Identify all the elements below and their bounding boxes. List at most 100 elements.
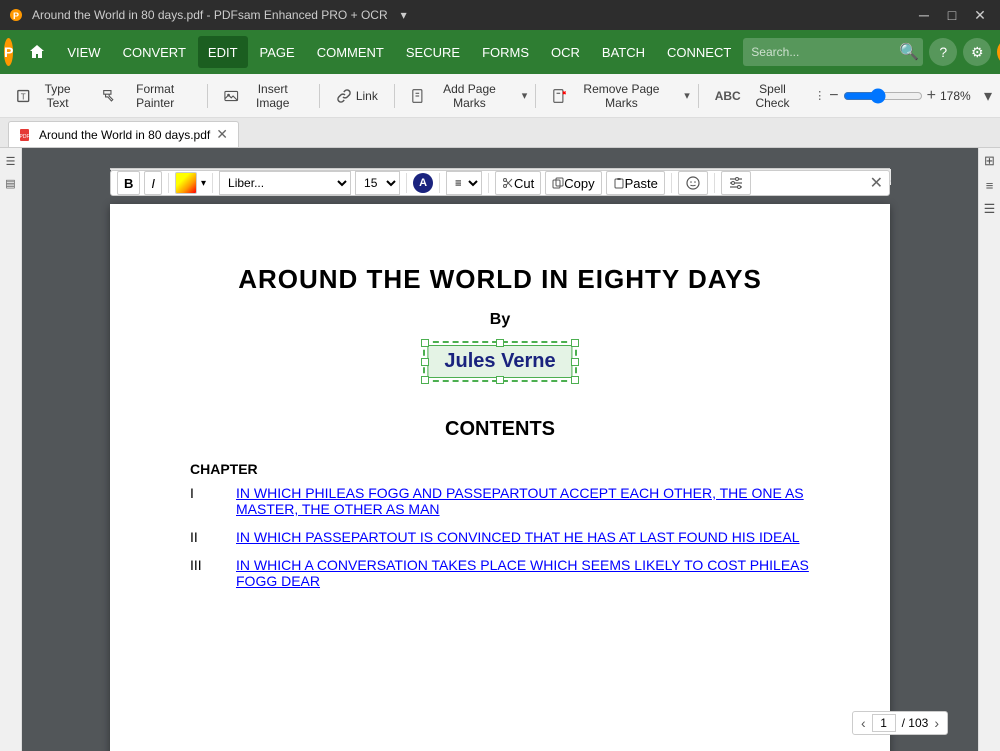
help-button[interactable]: ? — [929, 38, 957, 66]
restore-button[interactable]: □ — [940, 5, 964, 25]
text-color-button[interactable]: A — [413, 173, 433, 193]
document-by: By — [190, 311, 810, 329]
add-page-marks-arrow[interactable]: ▾ — [522, 89, 528, 102]
copy-icon — [552, 177, 564, 189]
menu-batch[interactable]: BATCH — [592, 36, 655, 68]
paste-icon — [613, 177, 625, 189]
close-button[interactable]: ✕ — [968, 5, 992, 25]
contents-title: CONTENTS — [190, 418, 810, 441]
insert-image-icon — [224, 88, 238, 104]
spell-check-more[interactable]: ⋮ — [814, 89, 825, 102]
page-thumbnails-button[interactable]: ▤ — [2, 174, 20, 192]
zoom-level: 178% — [940, 89, 980, 103]
menu-home[interactable] — [19, 36, 55, 68]
emoji-icon — [685, 175, 701, 191]
menu-secure[interactable]: SECURE — [396, 36, 470, 68]
zoom-slider[interactable] — [843, 88, 923, 104]
emoji-button[interactable] — [678, 171, 708, 195]
toc-item-2: II IN WHICH PASSEPARTOUT IS CONVINCED TH… — [190, 529, 810, 545]
copy-button[interactable]: Copy — [545, 171, 601, 195]
prev-page-button[interactable]: ‹ — [861, 715, 866, 731]
toc-num-3: III — [190, 557, 220, 573]
author-box[interactable]: Jules Verne — [427, 345, 572, 378]
font-size-select[interactable]: 15 12 14 16 18 — [355, 171, 400, 195]
settings-button[interactable]: ⚙ — [963, 38, 991, 66]
search-icon[interactable]: 🔍 — [899, 42, 919, 62]
link-button[interactable]: Link — [328, 80, 386, 112]
fmt-divider-5 — [488, 173, 489, 193]
tab-close-button[interactable]: ✕ — [216, 126, 228, 143]
next-page-button[interactable]: › — [934, 715, 939, 731]
format-toolbar-close[interactable]: ✕ — [870, 173, 883, 193]
tab-filename: Around the World in 80 days.pdf — [39, 128, 210, 142]
type-text-button[interactable]: T Type Text — [8, 80, 89, 112]
svg-text:P: P — [13, 11, 19, 21]
toc-link-1[interactable]: IN WHICH PHILEAS FOGG AND PASSEPARTOUT A… — [236, 485, 810, 517]
pdf-viewer[interactable]: B I ▾ Liber... Arial Times New Roman 15 … — [22, 148, 978, 751]
right-panel-btn-1[interactable]: ⊞ — [981, 152, 999, 170]
font-family-select[interactable]: Liber... Arial Times New Roman — [219, 171, 351, 195]
zoom-controls: − + 178% ▾ — [829, 86, 992, 106]
zoom-in-button[interactable]: + — [927, 87, 936, 105]
page-number-input[interactable] — [872, 714, 896, 732]
toc-link-3[interactable]: IN WHICH A CONVERSATION TAKES PLACE WHIC… — [236, 557, 810, 589]
title-bar-left: P Around the World in 80 days.pdf - PDFs… — [8, 7, 412, 23]
page-number-bar: ‹ / 103 › — [852, 711, 948, 735]
spell-check-icon: ABC — [715, 89, 741, 103]
fmt-divider-7 — [714, 173, 715, 193]
italic-button[interactable]: I — [144, 171, 162, 195]
zoom-dropdown[interactable]: ▾ — [984, 86, 992, 106]
fmt-divider-4 — [439, 173, 440, 193]
toc-item-1: I IN WHICH PHILEAS FOGG AND PASSEPARTOUT… — [190, 485, 810, 517]
menu-page[interactable]: PAGE — [250, 36, 305, 68]
menu-bar-right: 🔍 ? ⚙ U — [743, 38, 1000, 66]
app-logo[interactable]: P — [4, 38, 13, 66]
dropdown-arrow[interactable]: ▾ — [396, 7, 412, 23]
main-area: ☰ ▤ B — [0, 148, 1000, 751]
minimize-button[interactable]: ─ — [912, 5, 936, 25]
format-toolbar: B I ▾ Liber... Arial Times New Roman 15 … — [110, 170, 890, 196]
menu-ocr[interactable]: OCR — [541, 36, 590, 68]
paste-button[interactable]: Paste — [606, 171, 665, 195]
zoom-out-button[interactable]: − — [829, 87, 838, 105]
bold-button[interactable]: B — [117, 171, 140, 195]
menu-connect[interactable]: CONNECT — [657, 36, 741, 68]
format-painter-button[interactable]: Format Painter — [93, 80, 199, 112]
fmt-divider-6 — [671, 173, 672, 193]
panel-toggle-button[interactable]: ☰ — [2, 152, 20, 170]
pdf-tab[interactable]: PDF Around the World in 80 days.pdf ✕ — [8, 121, 239, 147]
menu-comment[interactable]: COMMENT — [307, 36, 394, 68]
app-small-logo[interactable]: P — [8, 7, 24, 23]
remove-page-marks-button[interactable]: Remove Page Marks — [544, 80, 680, 112]
author-box-wrapper[interactable]: Jules Verne — [427, 345, 572, 378]
cut-button[interactable]: Cut — [495, 171, 541, 195]
search-input[interactable] — [743, 38, 923, 66]
fmt-divider-3 — [406, 173, 407, 193]
page-separator: / 103 — [902, 716, 929, 730]
svg-text:PDF: PDF — [20, 134, 30, 140]
menu-view[interactable]: VIEW — [57, 36, 110, 68]
remove-page-marks-arrow[interactable]: ▾ — [684, 89, 690, 102]
text-align-select[interactable]: ≡ ⬅ ➡ — [446, 171, 482, 195]
divider-5 — [698, 84, 699, 108]
menu-forms[interactable]: FORMS — [472, 36, 539, 68]
menu-convert[interactable]: CONVERT — [113, 36, 196, 68]
add-page-marks-icon — [411, 88, 426, 104]
right-panel-btn-3[interactable]: ☰ — [981, 200, 999, 218]
color-dropdown[interactable]: ▾ — [201, 178, 206, 189]
spell-check-button[interactable]: ABC Spell Check — [707, 80, 809, 112]
more-options-button[interactable] — [721, 171, 751, 195]
insert-image-button[interactable]: Insert Image — [216, 80, 311, 112]
right-panel-btn-2[interactable]: ≡ — [981, 176, 999, 194]
pdf-page: AROUND THE WORLD IN EIGHTY DAYS By Jules… — [110, 204, 890, 751]
title-bar: P Around the World in 80 days.pdf - PDFs… — [0, 0, 1000, 30]
link-icon — [336, 88, 352, 104]
menu-edit[interactable]: EDIT — [198, 36, 248, 68]
text-color-picker[interactable] — [175, 172, 197, 194]
left-sidebar: ☰ ▤ — [0, 148, 22, 751]
fmt-divider-2 — [212, 173, 213, 193]
right-sidebar: ⊞ ≡ ☰ — [978, 148, 1000, 751]
format-painter-icon — [101, 88, 116, 104]
toc-link-2[interactable]: IN WHICH PASSEPARTOUT IS CONVINCED THAT … — [236, 529, 800, 545]
add-page-marks-button[interactable]: Add Page Marks — [403, 80, 518, 112]
